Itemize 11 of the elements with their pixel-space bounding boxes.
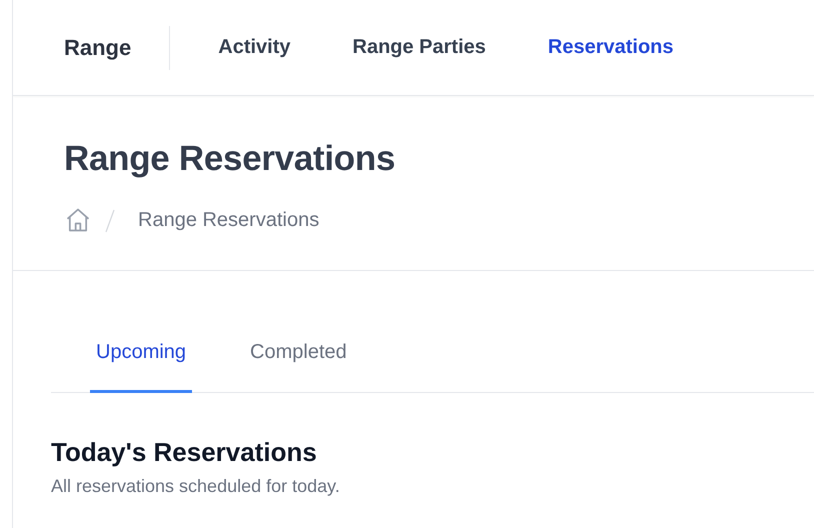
tab[interactable]: Completed bbox=[244, 331, 353, 393]
page-title: Range Reservations bbox=[64, 138, 396, 180]
home-icon[interactable] bbox=[64, 206, 92, 234]
nav-link[interactable]: Reservations bbox=[548, 36, 674, 59]
breadcrumb-link[interactable]: Range Reservations bbox=[138, 208, 320, 232]
nav-link[interactable]: Activity bbox=[218, 36, 290, 59]
brand-name[interactable]: Range bbox=[64, 34, 132, 60]
nav-link[interactable]: Range Parties bbox=[352, 36, 486, 59]
tab[interactable]: Upcoming bbox=[90, 331, 192, 393]
section-subtitle: All reservations scheduled for today. bbox=[51, 476, 341, 497]
section-title: Today's Reservations bbox=[51, 437, 318, 468]
